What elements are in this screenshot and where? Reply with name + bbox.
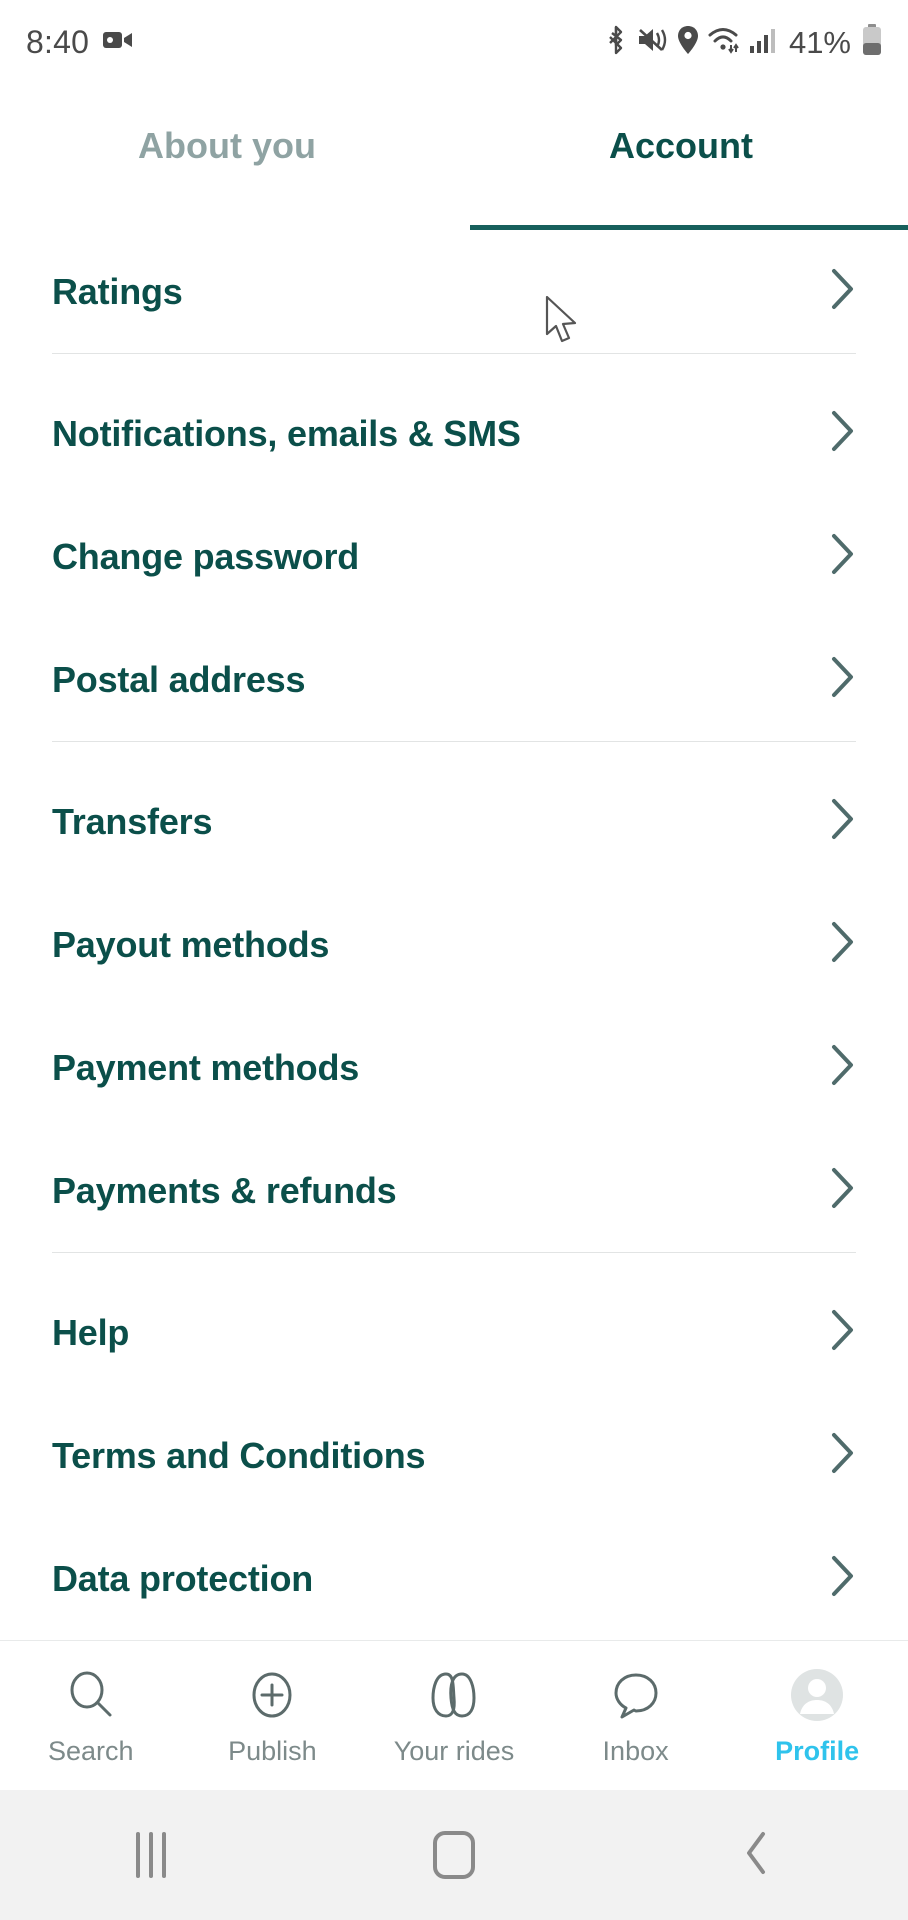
chevron-right-icon [830, 1043, 856, 1092]
list-item-label: Change password [52, 535, 360, 577]
list-item-label: Notifications, emails & SMS [52, 412, 521, 454]
battery-icon [862, 24, 882, 61]
list-item-payments-refunds[interactable]: Payments & refunds [0, 1129, 908, 1252]
chat-bubble-icon [608, 1664, 664, 1726]
android-system-navigation [0, 1790, 908, 1920]
tab-account-label: Account [609, 124, 753, 166]
list-item-payment-methods[interactable]: Payment methods [0, 1006, 908, 1129]
chevron-right-icon [830, 655, 856, 704]
nav-item-publish[interactable]: Publish [182, 1664, 364, 1767]
back-icon [742, 1829, 772, 1882]
chevron-right-icon [830, 532, 856, 581]
list-item-label: Terms and Conditions [52, 1434, 426, 1476]
list-item-label: Payments & refunds [52, 1169, 397, 1211]
tab-about-you[interactable]: About you [0, 85, 454, 230]
list-item-label: Help [52, 1311, 130, 1353]
settings-group-money: Transfers Payout methods Payment methods… [0, 760, 908, 1252]
list-item-label: Transfers [52, 800, 213, 842]
list-item-postal-address[interactable]: Postal address [0, 618, 908, 741]
home-icon [433, 1831, 475, 1879]
list-item-help[interactable]: Help [0, 1271, 908, 1394]
nav-item-search[interactable]: Search [0, 1664, 182, 1767]
chevron-right-icon [830, 267, 856, 316]
chevron-right-icon [830, 409, 856, 458]
location-icon [677, 25, 699, 60]
status-bar: 8:40 41% [0, 0, 908, 85]
tab-account[interactable]: Account [454, 85, 908, 230]
list-item-terms-and-conditions[interactable]: Terms and Conditions [0, 1394, 908, 1517]
home-button[interactable] [303, 1831, 606, 1879]
list-item-label: Postal address [52, 658, 306, 700]
list-item-transfers[interactable]: Transfers [0, 760, 908, 883]
status-bar-right: 41% [605, 24, 882, 61]
screen-recorder-icon [103, 29, 133, 56]
list-item-ratings[interactable]: Ratings [0, 230, 908, 353]
rides-icon [422, 1664, 486, 1726]
settings-group-ratings: Ratings [0, 230, 908, 353]
status-bar-left: 8:40 [26, 24, 133, 61]
back-button[interactable] [605, 1829, 908, 1882]
nav-item-label: Publish [228, 1736, 317, 1766]
bottom-navigation-bar: Search Publish Your rides Inbox Profile [0, 1640, 908, 1790]
list-item-change-password[interactable]: Change password [0, 495, 908, 618]
settings-group-legal: Help Terms and Conditions Data protectio… [0, 1271, 908, 1640]
list-item-data-protection[interactable]: Data protection [0, 1517, 908, 1640]
list-item-label: Ratings [52, 270, 183, 312]
chevron-right-icon [830, 1554, 856, 1603]
list-item-notifications-emails-sms[interactable]: Notifications, emails & SMS [0, 372, 908, 495]
chevron-right-icon [830, 1308, 856, 1357]
tab-about-you-label: About you [138, 124, 316, 166]
nav-item-label: Inbox [602, 1736, 669, 1766]
list-item-label: Payment methods [52, 1046, 360, 1088]
account-settings-list[interactable]: Ratings Notifications, emails & SMS Chan… [0, 230, 908, 1678]
settings-group-account: Notifications, emails & SMS Change passw… [0, 372, 908, 741]
tab-bar: About you Account [0, 85, 908, 230]
list-item-payout-methods[interactable]: Payout methods [0, 883, 908, 1006]
nav-item-label: Search [48, 1736, 134, 1766]
nav-item-label: Profile [775, 1736, 860, 1766]
cellular-signal-icon [749, 26, 777, 59]
status-bar-clock: 8:40 [26, 24, 90, 60]
search-icon [64, 1664, 118, 1726]
bluetooth-icon [605, 25, 627, 60]
chevron-right-icon [830, 1431, 856, 1480]
chevron-right-icon [830, 920, 856, 969]
vibrate-icon [636, 26, 668, 59]
list-item-label: Data protection [52, 1557, 314, 1599]
avatar-icon [788, 1664, 846, 1726]
nav-item-inbox[interactable]: Inbox [545, 1664, 727, 1767]
nav-item-your-rides[interactable]: Your rides [363, 1664, 545, 1767]
recents-button[interactable] [0, 1832, 303, 1878]
list-item-label: Payout methods [52, 923, 330, 965]
nav-item-profile[interactable]: Profile [726, 1664, 908, 1767]
recents-icon [136, 1832, 167, 1878]
phone-screen: 8:40 41% About you Account Ratings Notif… [0, 0, 908, 1920]
battery-percent-label: 41% [788, 24, 851, 60]
nav-item-label: Your rides [393, 1736, 515, 1766]
wifi-icon [708, 26, 740, 59]
plus-circle-icon [245, 1664, 299, 1726]
chevron-right-icon [830, 797, 856, 846]
chevron-right-icon [830, 1166, 856, 1215]
